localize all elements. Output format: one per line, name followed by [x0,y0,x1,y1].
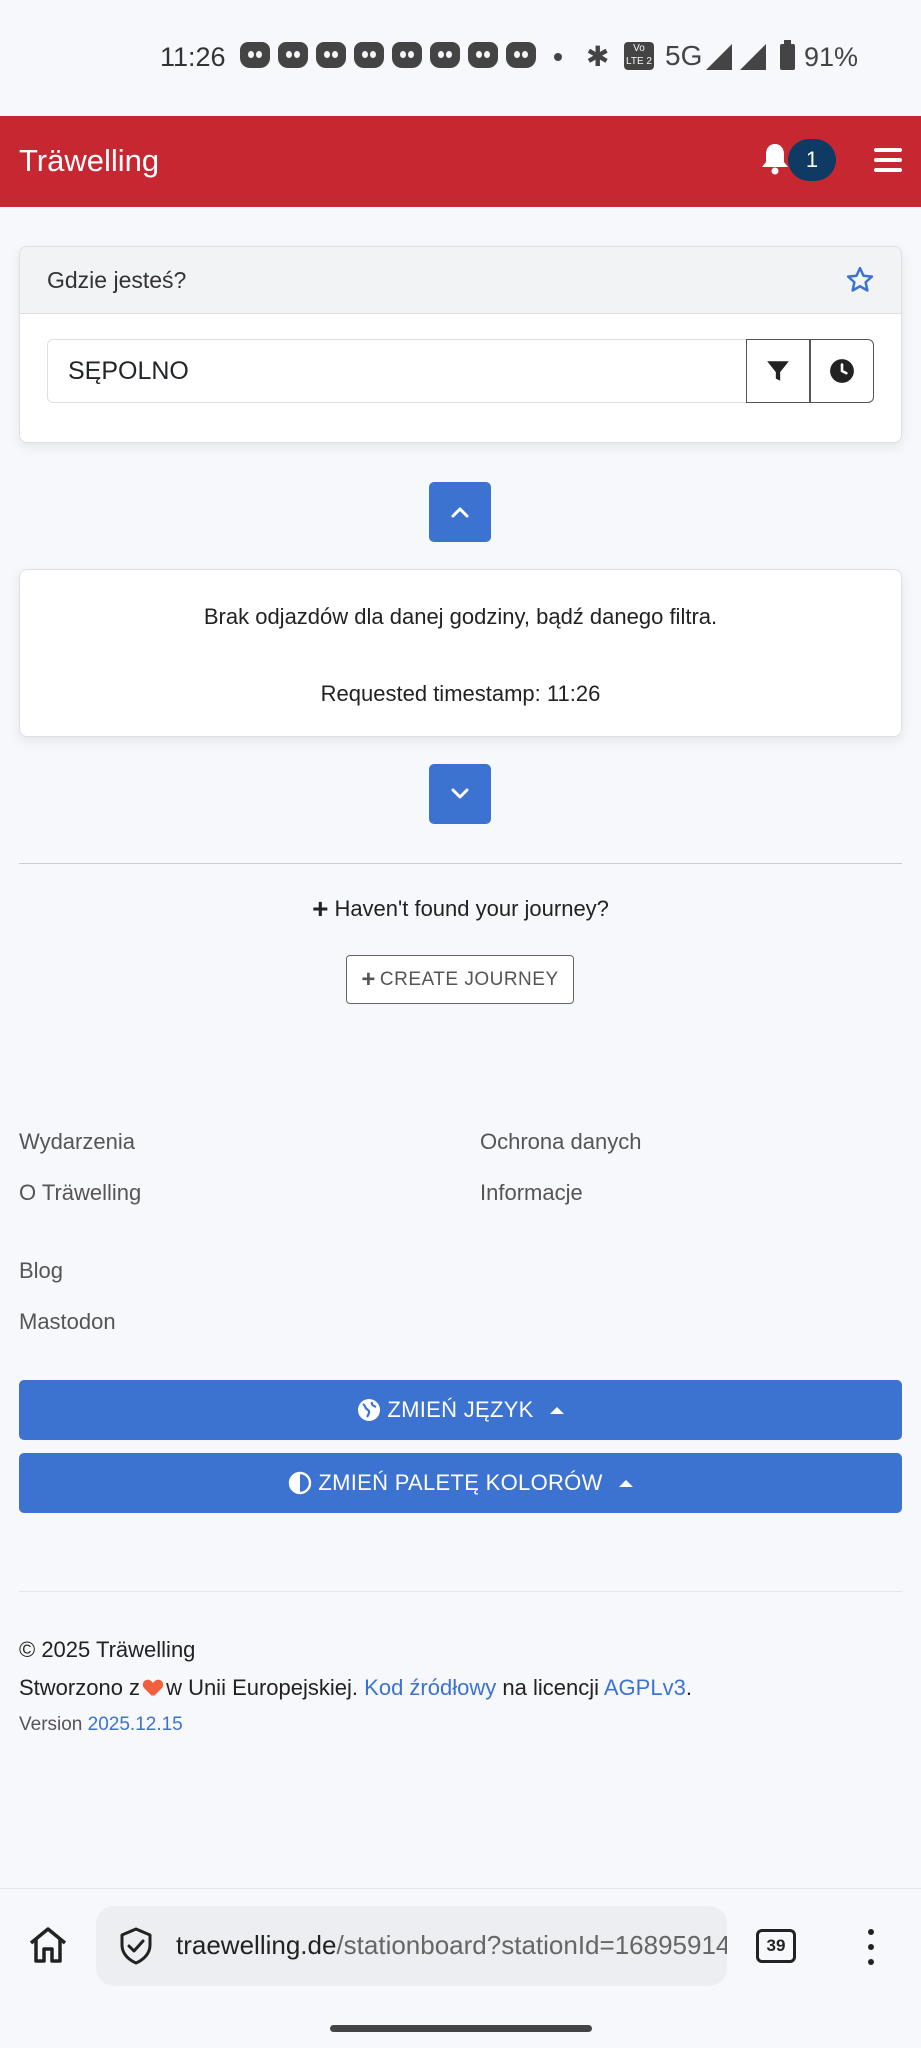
status-time: 11:26 [160,42,226,72]
plus-icon: + [312,893,329,924]
footer-link-about[interactable]: O Träwelling [19,1180,141,1206]
filter-button[interactable] [746,339,810,403]
filter-icon [767,361,789,381]
heart-icon [144,1680,162,1696]
divider [19,863,902,864]
chevron-up-icon [451,507,469,518]
more-options-icon[interactable] [868,1929,876,1965]
made-prefix: Stworzono z [19,1675,141,1700]
gesture-handle [330,2025,592,2032]
volte-icon: Vo LTE 2 [624,42,654,70]
time-button[interactable] [810,339,874,403]
card-title: Gdzie jesteś? [47,267,187,293]
change-language-label: ZMIEŃ JĘZYK [387,1397,534,1422]
create-journey-label: CREATE JOURNEY [379,969,559,990]
address-bar[interactable]: traewelling.de/stationboard?stationId=16… [96,1906,727,1986]
version-line: Version 2025.12.15 [19,1714,183,1736]
network-type: 5G [665,40,703,71]
clock-icon [830,359,854,383]
footer-link-imprint[interactable]: Informacje [480,1180,583,1206]
caret-up-icon [618,1479,633,1487]
made-in-eu-line: Stworzono z w Unii Europejskiej. Kod źród… [19,1675,692,1701]
chevron-down-icon [451,788,469,799]
footer-link-privacy[interactable]: Ochrona danych [480,1129,641,1155]
discord-icon [240,42,270,68]
bell-icon[interactable] [760,142,790,176]
more-notifications-dot-icon [554,53,562,61]
battery-percent: 91% [804,42,859,72]
battery-icon [780,40,795,70]
copyright: © 2025 Träwelling [19,1637,196,1662]
home-icon[interactable] [26,1923,70,1967]
notification-icons [240,42,536,68]
divider [19,1591,902,1592]
change-palette-label: ZMIEŃ PALETĘ KOLORÓW [318,1470,603,1495]
departures-info-card: Brak odjazdów dla danej godziny, bądź da… [19,569,902,737]
journey-not-found: + Haven't found your journey? [0,893,921,925]
source-code-link[interactable]: Kod źródłowy [364,1675,496,1700]
signal-icon [706,44,732,70]
star-icon[interactable] [845,265,875,295]
license-link[interactable]: AGPLv3 [604,1675,686,1700]
notification-badge[interactable]: 1 [788,139,836,181]
bluetooth-icon: ✱ [586,41,610,72]
station-input[interactable]: SĘPOLNO [47,339,747,403]
change-palette-button[interactable]: ZMIEŃ PALETĘ KOLORÓW [19,1453,902,1513]
discord-icon [392,42,422,68]
discord-icon [430,42,460,68]
create-journey-button[interactable]: + CREATE JOURNEY [346,955,574,1004]
url-text[interactable]: traewelling.de/stationboard?stationId=16… [176,1930,727,1961]
shield-check-icon[interactable] [116,1926,156,1966]
version-link[interactable]: 2025.12.15 [88,1714,183,1735]
caret-up-icon [549,1406,564,1414]
earlier-departures-button[interactable] [429,482,491,542]
discord-icon [506,42,536,68]
discord-icon [354,42,384,68]
navbar: Träwelling 1 [0,116,921,207]
status-bar: 11:26 ✱ Vo LTE 2 5G 91% [0,0,921,116]
version-label: Version [19,1714,83,1735]
station-search-card: Gdzie jesteś? SĘPOLNO [19,246,902,443]
change-language-button[interactable]: ZMIEŃ JĘZYK [19,1380,902,1440]
later-departures-button[interactable] [429,764,491,824]
hamburger-menu-icon[interactable] [874,148,902,172]
signal-icon [740,44,766,70]
license-text: na licencji [502,1675,599,1700]
journey-not-found-text: Haven't found your journey? [334,896,609,921]
made-suffix: w Unii Europejskiej. [166,1675,359,1700]
requested-timestamp: Requested timestamp: 11:26 [320,681,601,706]
globe-icon [358,1399,381,1421]
contrast-icon [289,1471,312,1495]
card-header: Gdzie jesteś? [20,247,901,314]
tab-switcher-button[interactable]: 39 [756,1929,796,1963]
footer-link-mastodon[interactable]: Mastodon [19,1309,116,1335]
discord-icon [316,42,346,68]
browser-toolbar: traewelling.de/stationboard?stationId=16… [0,1888,921,2048]
app-notification-icon [468,42,498,68]
plus-icon: + [361,966,376,993]
url-path: /stationboard?stationId=16895914 [336,1930,727,1960]
brand-logo[interactable]: Träwelling [19,143,159,179]
url-domain: traewelling.de [176,1930,337,1960]
empty-departures-message: Brak odjazdów dla danej godziny, bądź da… [203,604,718,629]
discord-icon [278,42,308,68]
footer-link-blog[interactable]: Blog [19,1258,63,1284]
license-end: . [685,1675,692,1700]
footer-link-events[interactable]: Wydarzenia [19,1129,135,1155]
